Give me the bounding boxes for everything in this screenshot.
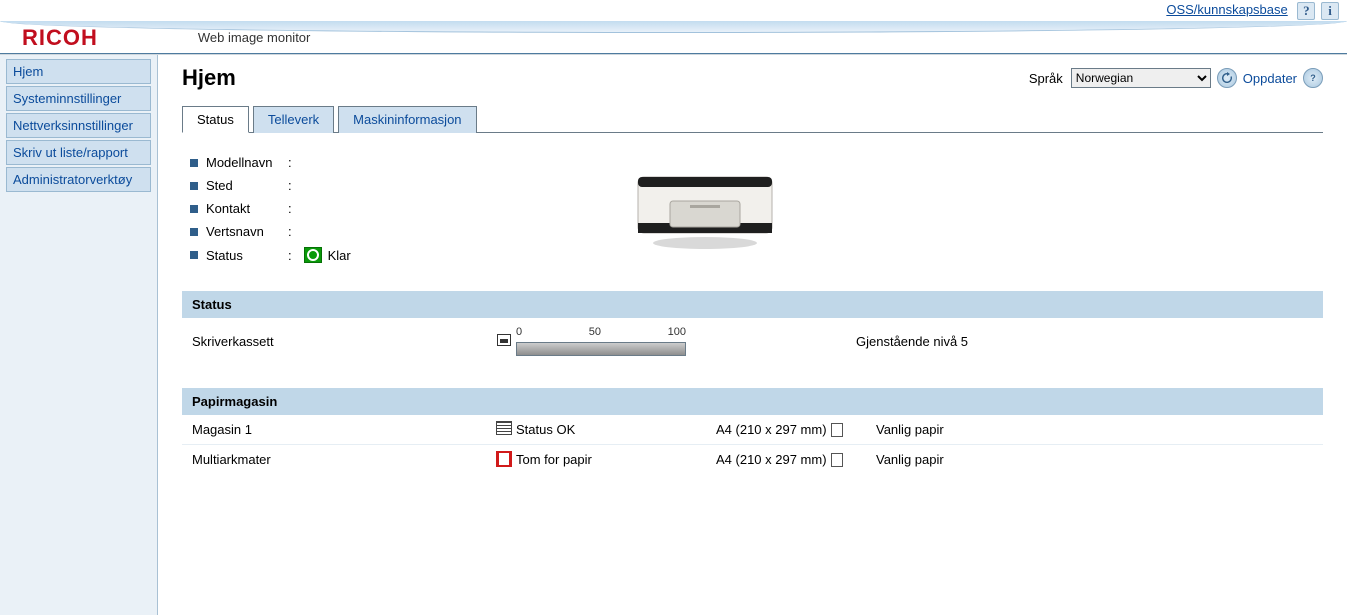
gauge-scale: 0 50 100 [516, 326, 686, 338]
supply-row: Skriverkassett 0 50 100 Gjenstående nivå… [182, 318, 1323, 364]
tray-size: A4 (210 x 297 mm) [716, 422, 876, 437]
tray-row: Multiarkmater Tom for papir A4 (210 x 29… [182, 444, 1323, 474]
status-value: Klar [328, 248, 351, 263]
section-tray-header: Papirmagasin [182, 388, 1323, 415]
page-title: Hjem [182, 65, 236, 91]
tray-row: Magasin 1 Status OK A4 (210 x 297 mm) Va… [182, 415, 1323, 444]
tray-size: A4 (210 x 297 mm) [716, 452, 876, 467]
lang-refresh-block: Språk Norwegian Oppdater ? [1029, 68, 1323, 88]
sidebar-item-admin-tools[interactable]: Administratorverktøy [6, 167, 151, 192]
sidebar-item-network-settings[interactable]: Nettverksinnstillinger [6, 113, 151, 138]
refresh-link[interactable]: Oppdater [1243, 71, 1297, 86]
tab-machine-info[interactable]: Maskininformasjon [338, 106, 476, 133]
section-status-header: Status [182, 291, 1323, 318]
bullet-icon [190, 251, 198, 259]
sidebar-item-system-settings[interactable]: Systeminnstillinger [6, 86, 151, 111]
tab-bar: Status Telleverk Maskininformasjon [182, 105, 1323, 133]
supply-gauge [516, 342, 686, 356]
host-label: Vertsnavn [206, 224, 288, 239]
status-label: Status [206, 248, 288, 263]
help-icon[interactable]: ? [1297, 2, 1315, 20]
kb-link[interactable]: OSS/kunnskapsbase [1166, 2, 1287, 17]
tray-name: Multiarkmater [192, 452, 492, 467]
location-label: Sted [206, 178, 288, 193]
bullet-icon [190, 182, 198, 190]
svg-text:?: ? [1310, 73, 1316, 83]
bullet-icon [190, 228, 198, 236]
bullet-icon [190, 205, 198, 213]
info-icon[interactable]: i [1321, 2, 1339, 20]
tray-table: Magasin 1 Status OK A4 (210 x 297 mm) Va… [182, 415, 1323, 474]
bullet-icon [190, 159, 198, 167]
page-icon [831, 423, 843, 437]
supply-remaining: Gjenstående nivå 5 [856, 334, 1313, 349]
tray-empty-icon [496, 451, 512, 467]
tray-name: Magasin 1 [192, 422, 492, 437]
language-label: Språk [1029, 71, 1063, 86]
tray-ok-icon [496, 421, 512, 435]
cartridge-icon [497, 334, 511, 346]
model-label: Modellnavn [206, 155, 288, 170]
supply-gauge-fill [517, 343, 685, 355]
supply-name: Skriverkassett [192, 334, 492, 349]
contact-label: Kontakt [206, 201, 288, 216]
device-info-list: Modellnavn: Sted: Kontakt: Vertsnavn: St… [190, 151, 490, 267]
help-round-icon[interactable]: ? [1303, 68, 1323, 88]
brand-logo: RICOH [22, 25, 98, 51]
tray-type: Vanlig papir [876, 422, 1313, 437]
tab-status[interactable]: Status [182, 106, 249, 133]
app-title: Web image monitor [198, 30, 310, 45]
refresh-icon[interactable] [1217, 68, 1237, 88]
language-select[interactable]: Norwegian [1071, 68, 1211, 88]
tray-status: Tom for papir [516, 452, 716, 467]
page-icon [831, 453, 843, 467]
printer-illustration [630, 151, 780, 264]
header: RICOH Web image monitor [0, 22, 1347, 54]
tray-status: Status OK [516, 422, 716, 437]
sidebar: Hjem Systeminnstillinger Nettverksinnsti… [0, 55, 158, 615]
topbar: OSS/kunnskapsbase ? i [0, 0, 1347, 22]
status-ok-icon [304, 247, 322, 263]
content: Hjem Språk Norwegian Oppdater ? Status T… [158, 55, 1347, 611]
sidebar-item-print-list-report[interactable]: Skriv ut liste/rapport [6, 140, 151, 165]
tab-counter[interactable]: Telleverk [253, 106, 334, 133]
sidebar-item-home[interactable]: Hjem [6, 59, 151, 84]
tray-type: Vanlig papir [876, 452, 1313, 467]
